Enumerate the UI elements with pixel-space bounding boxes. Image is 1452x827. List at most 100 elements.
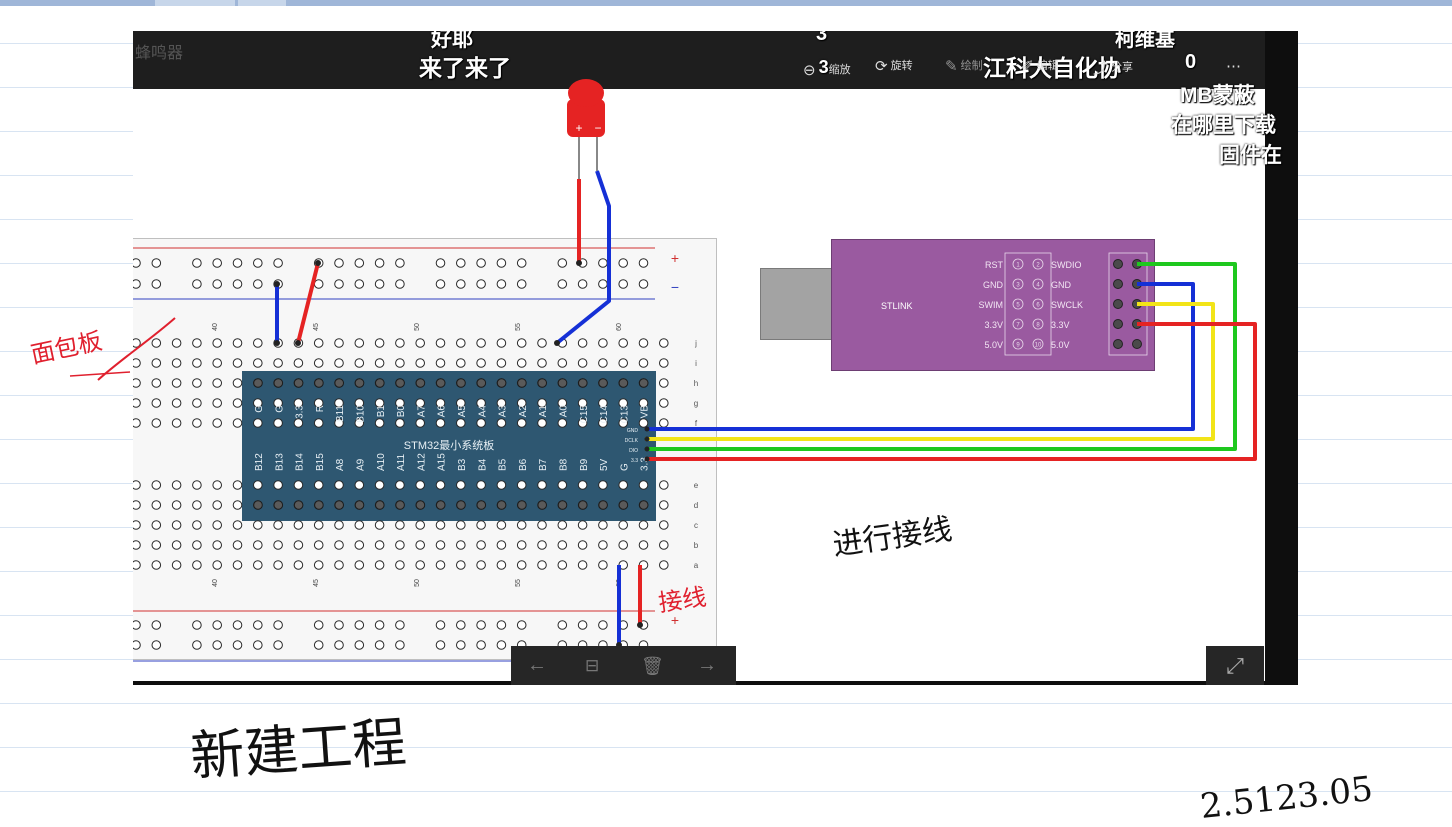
rotate-tool[interactable]: ⟳ 旋转 bbox=[875, 57, 913, 75]
stlink-pin-number: 10 bbox=[1035, 343, 1042, 349]
terminal-hole bbox=[374, 358, 385, 368]
terminal-hole bbox=[598, 560, 608, 570]
prev-arrow-icon[interactable]: ← bbox=[527, 654, 547, 677]
terminal-hole bbox=[435, 540, 446, 550]
stm32-pin bbox=[598, 500, 608, 510]
terminal-hole bbox=[537, 338, 547, 348]
terminal-hole bbox=[232, 378, 243, 388]
stm32-pin-label: 5V bbox=[599, 458, 610, 471]
rail-hole bbox=[435, 620, 446, 630]
terminal-hole bbox=[192, 560, 202, 570]
terminal-hole bbox=[151, 560, 162, 570]
rail-hole bbox=[212, 640, 222, 650]
rail-hole bbox=[456, 640, 466, 650]
terminal-hole bbox=[334, 338, 344, 348]
stlink-left-label: 3.3V bbox=[984, 320, 1003, 330]
terminal-hole bbox=[415, 540, 426, 550]
save-icon[interactable]: ⊟ bbox=[585, 656, 599, 676]
terminal-hole bbox=[192, 338, 202, 348]
terminal-hole bbox=[496, 480, 507, 490]
fullscreen-button[interactable]: ⤢ bbox=[1206, 646, 1264, 685]
rail-hole bbox=[133, 640, 141, 650]
terminal-hole bbox=[476, 338, 486, 348]
stm32-pin-label: A6 bbox=[437, 405, 448, 418]
terminal-hole bbox=[354, 480, 365, 490]
share-tool[interactable]: ⤴ 分享 bbox=[1093, 57, 1133, 78]
wire-end-dot bbox=[554, 340, 560, 346]
terminal-hole bbox=[456, 338, 466, 348]
stm32-pin bbox=[537, 500, 548, 510]
terminal-hole bbox=[435, 480, 446, 490]
terminal-hole bbox=[496, 418, 507, 428]
terminal-hole bbox=[273, 418, 283, 428]
stm32-pin-label: C13 bbox=[619, 405, 630, 424]
note-new-project: 新建工程 bbox=[188, 710, 409, 789]
terminal-hole bbox=[395, 520, 405, 530]
stm32-pin-label: B13 bbox=[274, 453, 285, 471]
terminal-hole bbox=[374, 540, 385, 550]
led-minus-label: − bbox=[594, 121, 601, 135]
page-tab[interactable] bbox=[155, 0, 235, 6]
rail-hole bbox=[374, 620, 385, 630]
terminal-hole bbox=[638, 540, 649, 550]
stlink-header-pin bbox=[1113, 259, 1123, 269]
stm32-pin bbox=[293, 500, 304, 510]
rail-hole bbox=[435, 640, 446, 650]
terminal-hole bbox=[313, 358, 324, 368]
terminal-hole bbox=[659, 418, 669, 428]
terminal-hole bbox=[557, 520, 568, 530]
rail-hole bbox=[374, 258, 385, 268]
terminal-hole bbox=[456, 520, 466, 530]
stlink-left-label: GND bbox=[983, 280, 1004, 290]
row-letter: b bbox=[694, 541, 699, 550]
column-number: 40 bbox=[212, 323, 219, 331]
stm32-pin-label: 3.3 bbox=[295, 405, 306, 419]
danmaku-side-3: 固件在 bbox=[1219, 144, 1282, 167]
terminal-hole bbox=[212, 358, 222, 368]
rail-hole bbox=[313, 640, 324, 650]
terminal-hole bbox=[232, 560, 243, 570]
rail-hole bbox=[516, 258, 527, 268]
rail-hole bbox=[133, 258, 141, 268]
stm32-pin-label: B1 bbox=[376, 405, 387, 418]
terminal-hole bbox=[638, 358, 649, 368]
terminal-hole bbox=[374, 560, 385, 570]
delete-icon[interactable]: 🗑 bbox=[641, 656, 664, 677]
terminal-hole bbox=[192, 418, 202, 428]
terminal-hole bbox=[435, 560, 446, 570]
zoom-tool[interactable]: ⊖ 3缩放 bbox=[803, 57, 851, 79]
column-number: 55 bbox=[515, 323, 522, 331]
terminal-hole bbox=[171, 480, 182, 490]
rail-hole bbox=[395, 279, 405, 289]
edit-tool[interactable]: ✐ 编辑 bbox=[1021, 57, 1059, 75]
rail-hole bbox=[456, 620, 466, 630]
terminal-hole bbox=[456, 560, 466, 570]
terminal-hole bbox=[313, 520, 324, 530]
next-arrow-icon[interactable]: → bbox=[697, 654, 717, 677]
pasted-screenshot: 蜂鸣器 STM32最小系统板 STLINK + − + j i h g f e d c b a 40 40 4… bbox=[133, 31, 1298, 685]
draw-tool[interactable]: ✎ 绘制 bbox=[945, 57, 983, 75]
stlink-header-pin bbox=[1132, 339, 1142, 349]
terminal-hole bbox=[232, 480, 243, 490]
terminal-hole bbox=[253, 560, 263, 570]
stm32-pin bbox=[415, 378, 426, 388]
terminal-hole bbox=[293, 418, 304, 428]
stm32-pin-label: B12 bbox=[254, 453, 265, 471]
terminal-hole bbox=[232, 520, 243, 530]
rail-hole bbox=[232, 640, 243, 650]
terminal-hole bbox=[577, 480, 588, 490]
stlink-left-label: RST bbox=[985, 260, 1004, 270]
wire-end-dot bbox=[295, 340, 301, 346]
row-letter: d bbox=[694, 501, 698, 510]
share-icon: ⤴ bbox=[1093, 60, 1109, 77]
terminal-hole bbox=[476, 480, 486, 490]
terminal-hole bbox=[253, 480, 263, 490]
stm32-side-pin-label: GND bbox=[627, 428, 639, 434]
more-tool[interactable]: ⋯ bbox=[1226, 57, 1244, 75]
terminal-hole bbox=[516, 520, 527, 530]
rail-hole bbox=[232, 279, 243, 289]
page-tab[interactable] bbox=[238, 0, 286, 6]
rail-hole bbox=[598, 620, 608, 630]
led-plus-label: + bbox=[575, 121, 582, 135]
stm32-pin-label: B6 bbox=[518, 458, 529, 471]
